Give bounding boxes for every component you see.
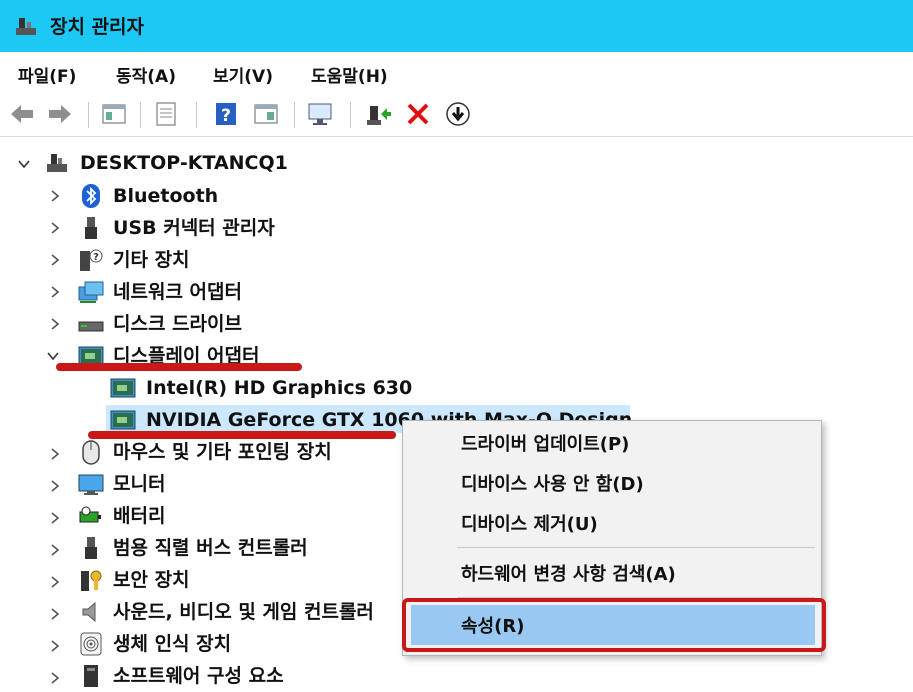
toolbar-separator [350, 102, 351, 128]
chevron-right-icon[interactable] [48, 671, 62, 685]
disk-icon [78, 321, 104, 332]
context-menu-update-driver[interactable]: 드라이버 업데이트(P) [461, 430, 629, 456]
scan-hardware-icon[interactable] [306, 100, 334, 128]
chevron-right-icon[interactable] [48, 285, 62, 299]
tree-root-label[interactable]: DESKTOP-KTANCQ1 [80, 151, 288, 175]
svg-text:?: ? [221, 106, 231, 126]
forward-arrow-icon[interactable] [46, 100, 74, 128]
tree-item-label[interactable]: 모니터 [113, 472, 165, 496]
chevron-right-icon[interactable] [48, 447, 62, 461]
security-icon [81, 570, 102, 591]
tree-item-label[interactable]: 마우스 및 기타 포인팅 장치 [113, 440, 332, 464]
context-menu-scan-hardware[interactable]: 하드웨어 변경 사항 검색(A) [461, 560, 676, 586]
title-bar: 장치 관리자 [0, 0, 913, 52]
speaker-icon [82, 601, 96, 623]
chevron-right-icon[interactable] [48, 479, 62, 493]
update-driver-icon[interactable] [364, 100, 392, 128]
chevron-right-icon[interactable] [48, 575, 62, 589]
toolbar-separator [294, 102, 295, 128]
chevron-right-icon[interactable] [48, 317, 62, 331]
chevron-right-icon[interactable] [48, 253, 62, 267]
fingerprint-icon [80, 632, 102, 656]
chevron-right-icon[interactable] [48, 511, 62, 525]
help-icon[interactable]: ? [212, 100, 240, 128]
context-menu-separator [457, 547, 815, 548]
annotation-underline [56, 363, 302, 371]
context-menu-uninstall-device[interactable]: 디바이스 제거(U) [461, 510, 598, 536]
tree-item-label[interactable]: 네트워크 어댑터 [113, 280, 242, 304]
tree-item-label[interactable]: 배터리 [113, 504, 165, 528]
annotation-underline [88, 431, 396, 439]
display-adapter-icon [110, 378, 136, 398]
toolbar-separator [196, 102, 197, 128]
window-title: 장치 관리자 [50, 16, 145, 38]
menu-file[interactable]: 파일(F) [18, 62, 76, 87]
monitor-icon [78, 474, 104, 495]
toolbar: ? [0, 94, 913, 137]
tree-item-label[interactable]: 범용 직렬 버스 컨트롤러 [113, 536, 308, 560]
menu-bar: 파일(F) 동작(A) 보기(V) 도움말(H) [0, 54, 913, 92]
bluetooth-icon [82, 184, 100, 208]
battery-icon [79, 506, 101, 523]
device-manager-icon [16, 18, 36, 35]
tree-item-label[interactable]: 보안 장치 [113, 568, 190, 592]
toolbar-separator [88, 102, 89, 128]
network-icon [78, 281, 104, 303]
tree-item-label[interactable]: 디스크 드라이브 [113, 312, 242, 336]
tree-item-label[interactable]: 사운드, 비디오 및 게임 컨트롤러 [113, 600, 374, 624]
computer-icon [47, 154, 67, 172]
toolbar-separator [140, 102, 141, 128]
download-circle-icon[interactable] [444, 100, 472, 128]
software-icon [84, 665, 98, 687]
menu-help[interactable]: 도움말(H) [311, 62, 388, 87]
chevron-right-icon[interactable] [48, 639, 62, 653]
show-hide-console-tree-icon[interactable] [100, 100, 128, 128]
chevron-right-icon[interactable] [48, 607, 62, 621]
view-icon[interactable] [252, 100, 280, 128]
usb-icon [85, 537, 97, 559]
chevron-down-icon[interactable] [17, 157, 31, 171]
display-adapter-icon [110, 410, 136, 430]
tree-item-label[interactable]: 생체 인식 장치 [113, 632, 231, 656]
tree-item-label[interactable]: Intel(R) HD Graphics 630 [146, 376, 412, 400]
properties-icon[interactable] [152, 100, 180, 128]
tree-item-label[interactable]: Bluetooth [113, 184, 218, 208]
chevron-right-icon[interactable] [48, 189, 62, 203]
chevron-right-icon[interactable] [48, 543, 62, 557]
context-menu-disable-device[interactable]: 디바이스 사용 안 함(D) [461, 470, 644, 496]
tree-item-label[interactable]: USB 커넥터 관리자 [113, 216, 275, 240]
back-arrow-icon[interactable] [8, 100, 36, 128]
svg-text:?: ? [93, 252, 99, 263]
tree-item-label[interactable]: 소프트웨어 구성 요소 [113, 664, 284, 688]
annotation-red-box [402, 598, 826, 652]
unknown-device-icon: ? [80, 249, 103, 271]
chevron-right-icon[interactable] [48, 221, 62, 235]
usb-icon [85, 217, 97, 239]
uninstall-x-icon[interactable] [404, 100, 432, 128]
tree-item-label[interactable]: 기타 장치 [113, 248, 190, 272]
menu-view[interactable]: 보기(V) [213, 62, 273, 87]
chevron-down-icon[interactable] [46, 349, 60, 363]
mouse-icon [82, 440, 100, 465]
menu-action[interactable]: 동작(A) [116, 62, 176, 87]
